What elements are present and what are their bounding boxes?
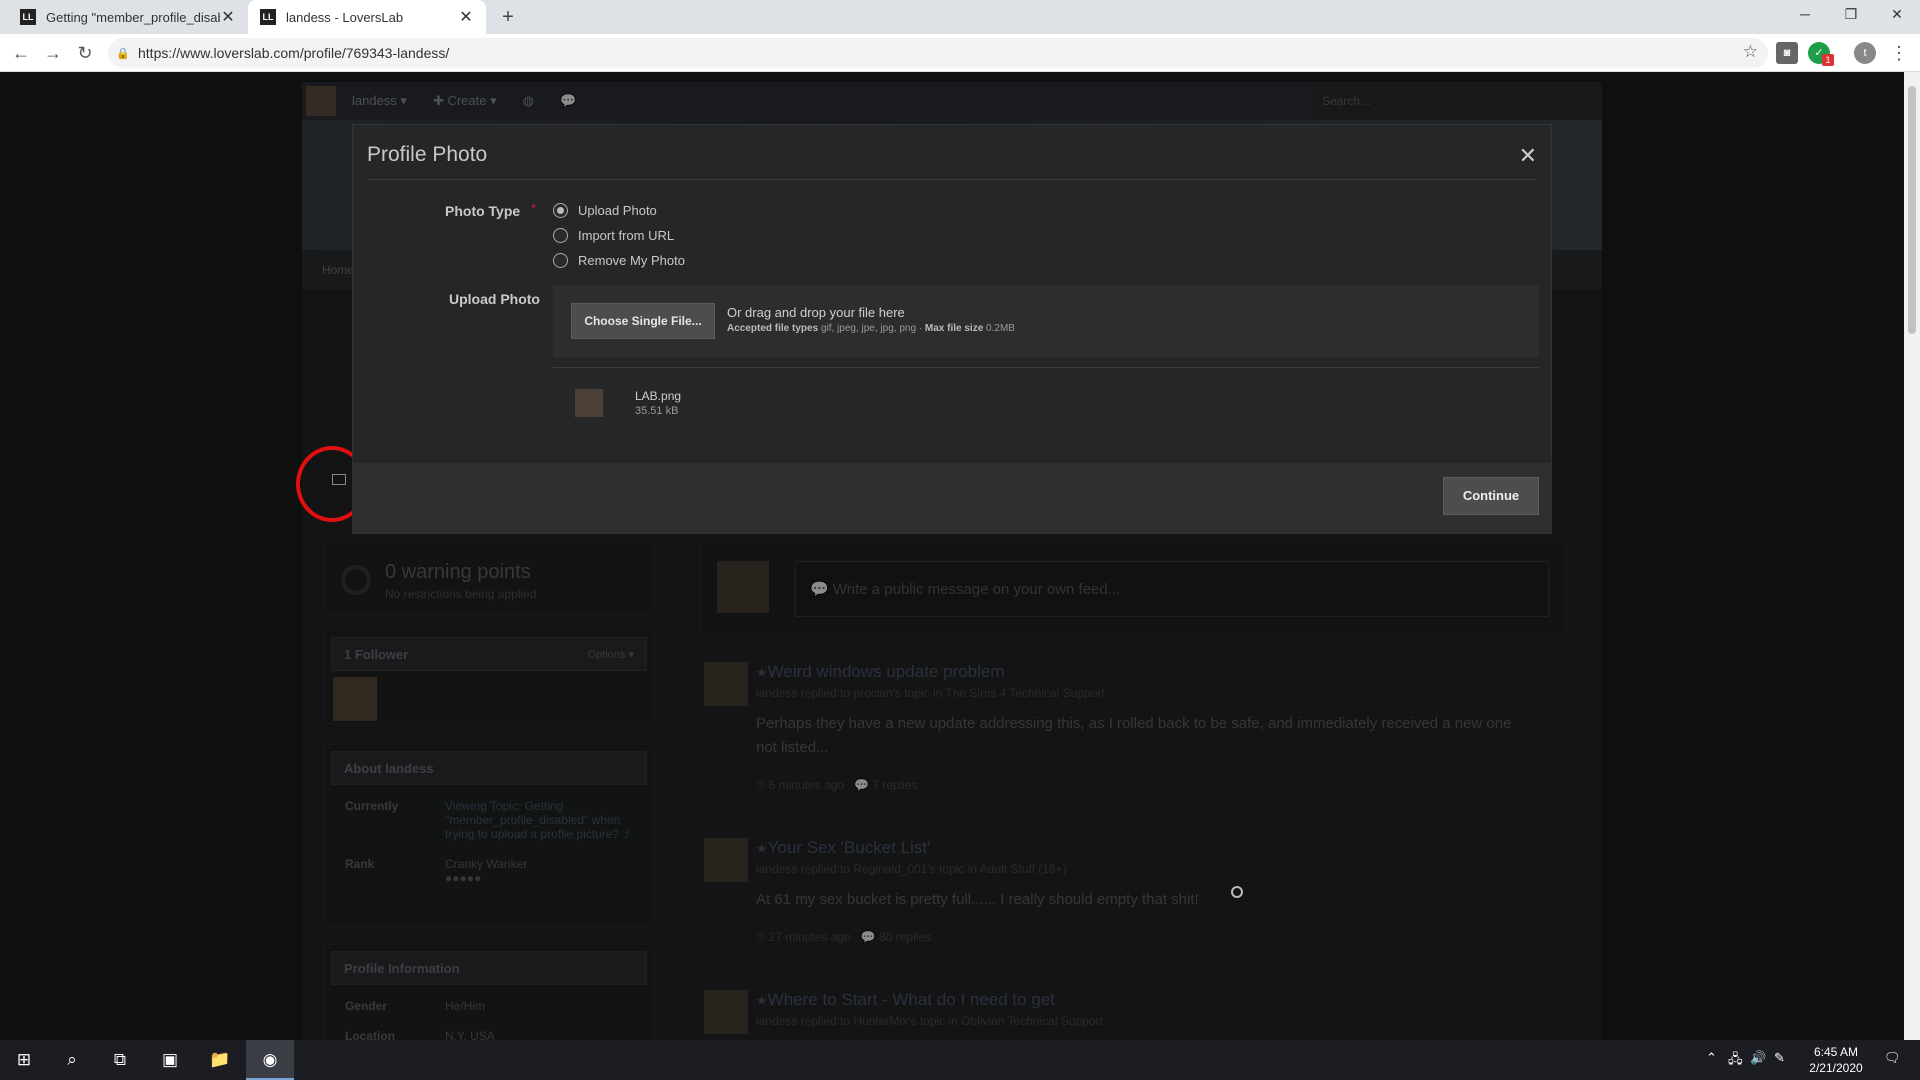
- tray-chevron-icon[interactable]: ⌃: [1706, 1050, 1717, 1066]
- back-arrow-icon[interactable]: ←: [8, 40, 34, 66]
- search-icon[interactable]: ⌕: [48, 1040, 96, 1080]
- file-list-divider: [553, 367, 1539, 368]
- continue-button[interactable]: Continue: [1443, 477, 1539, 515]
- radio-import-url[interactable]: Import from URL: [553, 228, 674, 243]
- file-explorer-icon[interactable]: 📁: [196, 1040, 244, 1080]
- accepted-file-info: Accepted file types gif, jpeg, jpe, jpg,…: [727, 323, 1015, 334]
- radio-empty-icon[interactable]: [553, 253, 568, 268]
- file-size: 35.51 kB: [635, 405, 679, 417]
- minimize-icon[interactable]: ─: [1782, 0, 1828, 30]
- tab-title: Getting "member_profile_disable: [46, 9, 220, 25]
- upload-photo-label: Upload Photo: [449, 291, 540, 307]
- close-icon[interactable]: ✕: [1519, 143, 1537, 169]
- pen-icon[interactable]: ✎: [1774, 1050, 1785, 1066]
- required-marker: *: [531, 201, 537, 216]
- close-tab-icon[interactable]: ✕: [458, 7, 474, 27]
- volume-icon[interactable]: 🔊: [1750, 1050, 1766, 1066]
- restore-icon[interactable]: ❐: [1828, 0, 1874, 30]
- dialog-footer: Continue: [353, 463, 1551, 533]
- profile-photo-dialog: Profile Photo ✕ Photo Type * Upload Phot…: [352, 124, 1552, 534]
- chrome-icon[interactable]: ◉: [246, 1040, 294, 1080]
- profile-avatar-icon[interactable]: t: [1854, 42, 1876, 64]
- address-bar[interactable]: 🔒 https://www.loverslab.com/profile/7693…: [108, 38, 1768, 68]
- radio-selected-icon[interactable]: [553, 203, 568, 218]
- bookmark-star-icon[interactable]: ☆: [1743, 42, 1758, 62]
- reload-icon[interactable]: ↻: [72, 40, 98, 66]
- choose-file-button[interactable]: Choose Single File...: [571, 303, 715, 339]
- lock-icon: 🔒: [116, 47, 130, 60]
- notifications-icon[interactable]: 🗨: [1884, 1050, 1901, 1066]
- task-view-icon[interactable]: ⧉: [96, 1040, 144, 1080]
- store-icon[interactable]: ▣: [146, 1040, 194, 1080]
- forward-arrow-icon[interactable]: →: [40, 40, 66, 66]
- radio-empty-icon[interactable]: [553, 228, 568, 243]
- browser-toolbar: ← → ↻ 🔒 https://www.loverslab.com/profil…: [0, 34, 1920, 72]
- browser-chrome: LL Getting "member_profile_disable ✕ LL …: [0, 0, 1920, 72]
- radio-remove-photo[interactable]: Remove My Photo: [553, 253, 685, 268]
- windows-start-icon[interactable]: ⊞: [0, 1040, 48, 1080]
- file-thumbnail: [575, 389, 603, 417]
- photo-type-label: Photo Type: [445, 203, 521, 219]
- tab-getting-member-profile[interactable]: LL Getting "member_profile_disable ✕: [8, 0, 248, 34]
- loverslab-favicon-icon: LL: [20, 9, 36, 25]
- tab-landess-profile[interactable]: LL landess - LoversLab ✕: [248, 0, 486, 34]
- dialog-title: Profile Photo: [367, 143, 488, 166]
- drag-drop-text: Or drag and drop your file here: [727, 305, 905, 320]
- file-drop-zone[interactable]: Choose Single File... Or drag and drop y…: [553, 285, 1539, 357]
- extension-camera-icon[interactable]: ◙: [1776, 42, 1798, 64]
- dialog-divider: [367, 179, 1537, 180]
- taskbar-clock[interactable]: 6:45 AM 2/21/2020: [1794, 1044, 1878, 1076]
- tab-strip: LL Getting "member_profile_disable ✕ LL …: [0, 0, 1920, 34]
- close-tab-icon[interactable]: ✕: [220, 7, 236, 27]
- close-window-icon[interactable]: ✕: [1874, 0, 1920, 30]
- menu-dots-icon[interactable]: ⋮: [1886, 40, 1912, 66]
- windows-taskbar: ⊞ ⌕ ⧉ ▣ 📁 ◉ ⌃ 🖧 🔊 ✎ 6:45 AM 2/21/2020 🗨: [0, 1040, 1920, 1080]
- uploaded-file-item: LAB.png 35.51 kB: [575, 385, 975, 425]
- network-icon[interactable]: 🖧: [1728, 1050, 1743, 1072]
- loverslab-favicon-icon: LL: [260, 9, 276, 25]
- page-scrollbar[interactable]: [1904, 72, 1920, 1040]
- extension-badge: 1: [1822, 54, 1834, 66]
- tab-title: landess - LoversLab: [286, 9, 404, 25]
- scrollbar-thumb[interactable]: [1908, 86, 1916, 334]
- new-tab-button[interactable]: +: [496, 6, 520, 28]
- radio-upload-photo[interactable]: Upload Photo: [553, 203, 657, 218]
- file-name: LAB.png: [635, 389, 682, 403]
- url-text[interactable]: https://www.loverslab.com/profile/769343…: [138, 45, 449, 61]
- mouse-cursor: [1231, 886, 1243, 898]
